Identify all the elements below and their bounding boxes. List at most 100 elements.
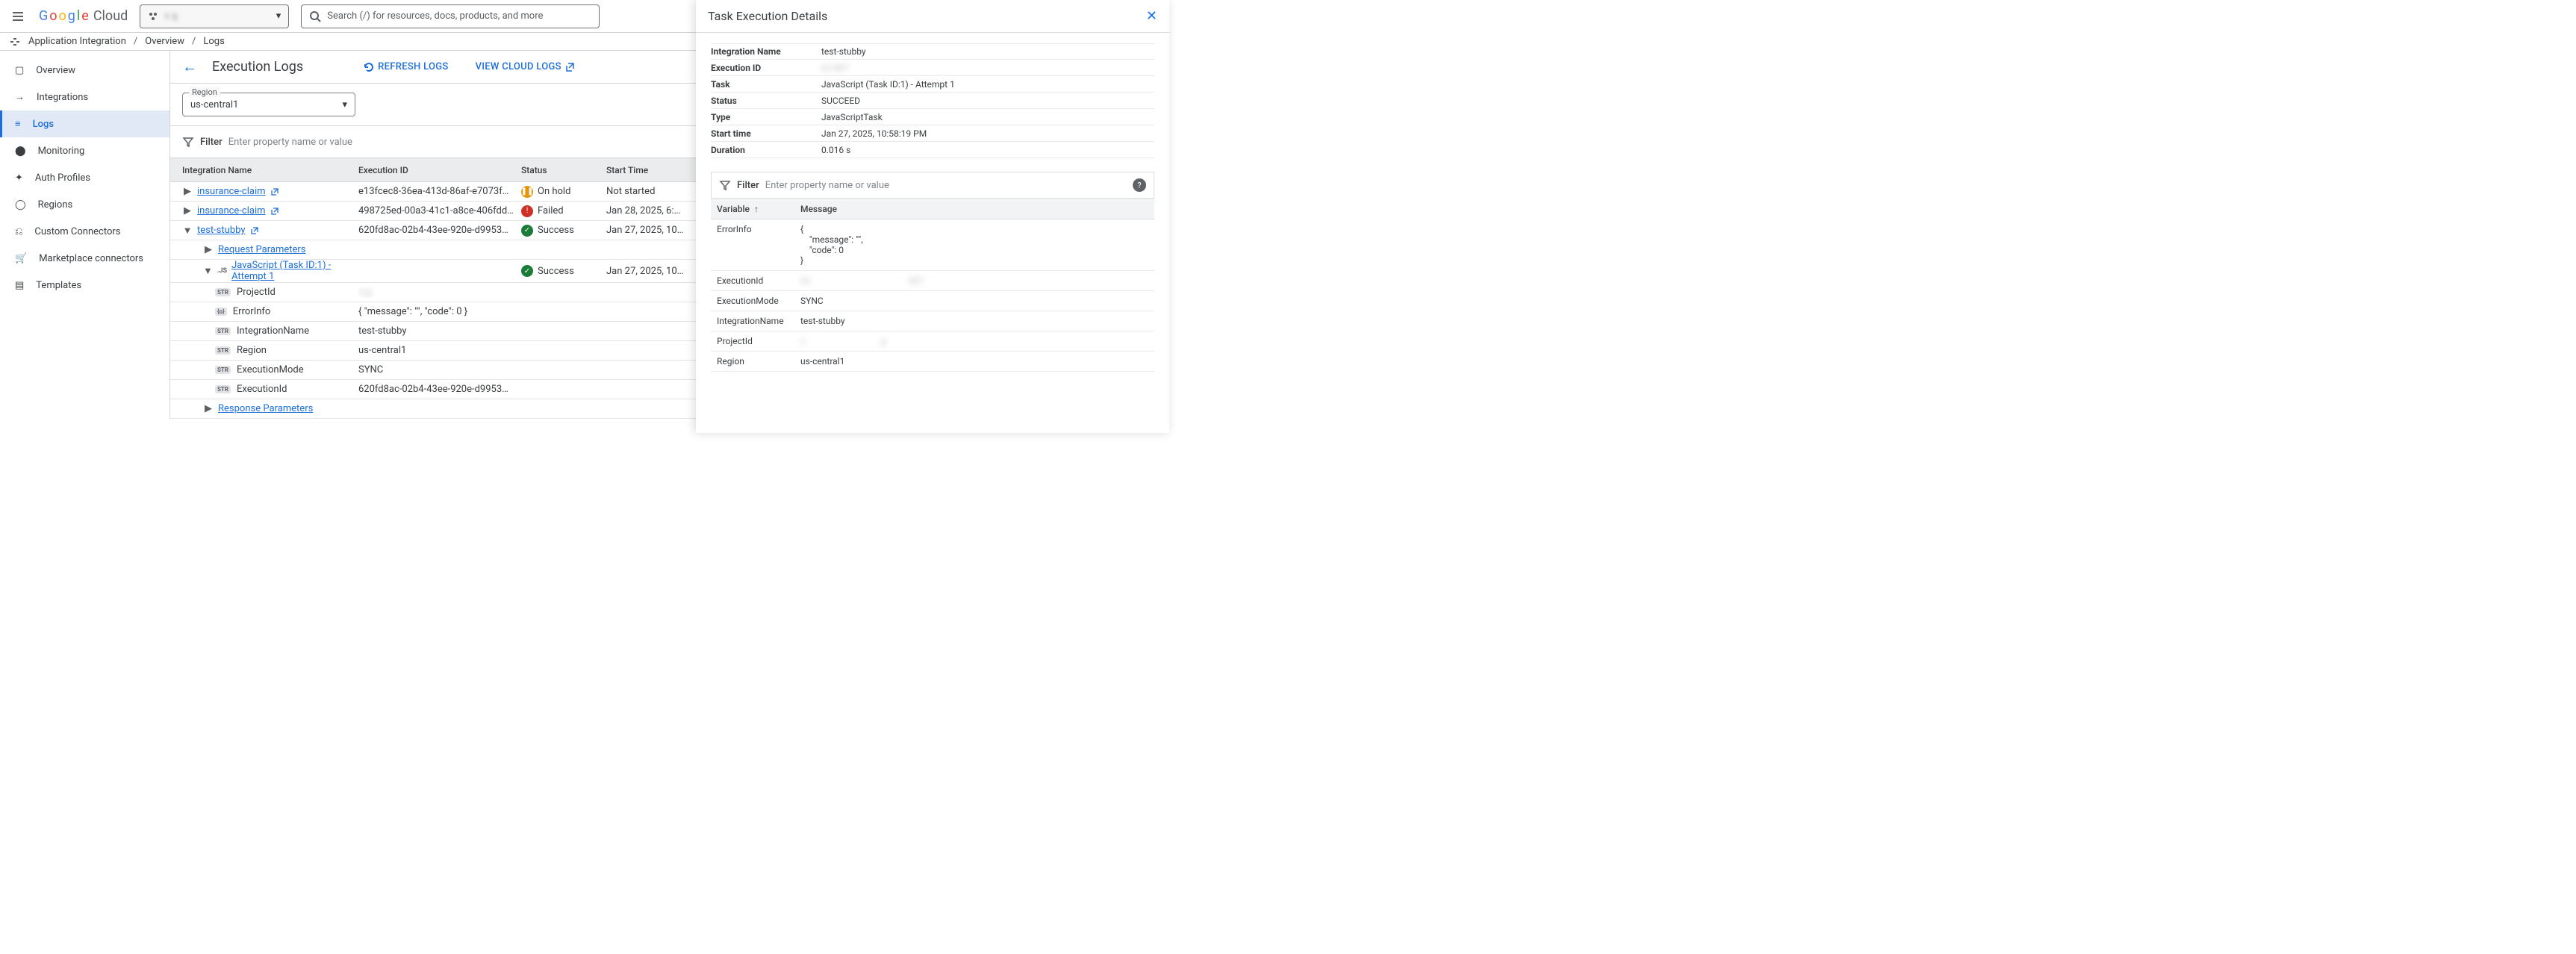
variable-name: ExecutionMode xyxy=(711,296,800,306)
variable-message: us-central1 xyxy=(800,356,1154,367)
expand-icon[interactable]: ▶ xyxy=(182,186,193,197)
variable-name: ExecutionMode xyxy=(237,364,304,375)
connector-icon: ⎌ xyxy=(15,226,22,237)
kv-key: Status xyxy=(711,96,821,106)
cart-icon: 🛒 xyxy=(15,253,27,264)
hamburger-menu-icon[interactable] xyxy=(9,7,27,25)
sidebar-item-logs[interactable]: ≡Logs xyxy=(0,110,169,137)
kv-value: JavaScript (Task ID:1) - Attempt 1 xyxy=(821,79,1154,90)
status-text: On hold xyxy=(538,186,570,197)
google-cloud-logo[interactable]: Google Cloud xyxy=(39,8,128,24)
variable-row: ExecutionId62 307 xyxy=(711,271,1154,291)
col-message[interactable]: Message xyxy=(800,204,1154,214)
expand-icon[interactable]: ▶ xyxy=(182,205,193,216)
expand-icon[interactable]: ▼ xyxy=(182,225,193,237)
kv-row: Duration0.016 s xyxy=(711,142,1154,158)
req-parameters-link[interactable]: Request Parameters xyxy=(218,244,306,255)
col-status[interactable]: Status xyxy=(521,165,606,175)
chevron-down-icon: ▾ xyxy=(342,99,347,110)
sidebar-item-templates[interactable]: ▤Templates xyxy=(0,272,169,299)
variable-message: s g xyxy=(800,336,1154,346)
variable-name: Region xyxy=(711,356,800,367)
panel-filter-label: Filter xyxy=(737,180,759,191)
variable-name: ExecutionId xyxy=(711,275,800,286)
kv-row: TaskJavaScript (Task ID:1) - Attempt 1 xyxy=(711,76,1154,93)
filter-placeholder: Enter property name or value xyxy=(228,137,352,148)
region-value: us-central1 xyxy=(190,99,238,110)
project-icon xyxy=(148,11,158,22)
region-select[interactable]: us-central1 ▾ xyxy=(182,93,355,116)
status-text: Success xyxy=(538,225,574,236)
expand-icon[interactable]: ▶ xyxy=(203,244,214,255)
panel-filter-bar[interactable]: Filter Enter property name or value ? xyxy=(711,172,1154,199)
js-icon: .JS xyxy=(217,267,227,275)
variable-name: ExecutionId xyxy=(237,384,287,395)
integration-link[interactable]: test-stubby xyxy=(197,225,246,236)
execution-id: 498725ed-00a3-41c1-a8ce-406fdd… xyxy=(358,205,521,216)
sidebar-item-integrations[interactable]: →Integrations xyxy=(0,84,169,110)
back-arrow-icon[interactable]: ← xyxy=(182,57,197,76)
breadcrumb-overview[interactable]: Overview xyxy=(145,36,184,47)
task-link[interactable]: JavaScript (Task ID:1) - Attempt 1 xyxy=(231,260,358,282)
variable-message: 62 307 xyxy=(800,275,1154,286)
refresh-logs-button[interactable]: Refresh Logs xyxy=(363,61,448,73)
variable-message: { "message": "", "code": 0 } xyxy=(800,224,1154,266)
sidebar-item-custom-connectors[interactable]: ⎌Custom Connectors xyxy=(0,218,169,245)
status-icon: ✓ xyxy=(521,225,533,237)
breadcrumb-product[interactable]: Application Integration xyxy=(28,36,126,47)
search-placeholder: Search (/) for resources, docs, products… xyxy=(327,10,543,22)
sidebar-item-monitoring[interactable]: ⬤Monitoring xyxy=(0,137,169,164)
integration-link[interactable]: insurance-claim xyxy=(197,186,266,197)
col-variable[interactable]: Variable↑ xyxy=(711,204,800,214)
project-selector[interactable]: s g ▾ xyxy=(140,4,289,28)
kv-row: StatusSUCCEED xyxy=(711,93,1154,109)
type-pill: STR xyxy=(215,366,231,374)
type-pill: STR xyxy=(215,385,231,393)
type-pill: STR xyxy=(215,288,231,296)
overview-icon: ▢ xyxy=(15,65,24,76)
kv-value: JavaScriptTask xyxy=(821,112,1154,122)
variable-row: ErrorInfo{ "message": "", "code": 0 } xyxy=(711,219,1154,271)
sidebar-item-marketplace-connectors[interactable]: 🛒Marketplace connectors xyxy=(0,245,169,272)
status-text: Failed xyxy=(538,205,564,216)
external-link-icon xyxy=(564,62,575,72)
sidebar-item-overview[interactable]: ▢Overview xyxy=(0,57,169,84)
integration-link[interactable]: insurance-claim xyxy=(197,205,266,216)
close-icon[interactable]: ✕ xyxy=(1146,8,1157,24)
kv-value: SUCCEED xyxy=(821,96,1154,106)
breadcrumb-logs[interactable]: Logs xyxy=(203,36,224,47)
variable-message: SYNC xyxy=(800,296,1154,306)
col-integration-name[interactable]: Integration Name xyxy=(170,165,358,175)
panel-title: Task Execution Details xyxy=(708,9,827,23)
variable-value: { "message": "", "code": 0 } xyxy=(358,306,521,317)
search-input[interactable]: Search (/) for resources, docs, products… xyxy=(301,4,600,28)
template-icon: ▤ xyxy=(15,280,24,291)
execution-id: 620fd8ac-02b4-43ee-920e-d9953… xyxy=(358,225,521,236)
search-icon xyxy=(309,10,321,22)
variable-value: s g xyxy=(358,287,521,298)
variable-value: us-central1 xyxy=(358,345,521,356)
view-cloud-logs-button[interactable]: View Cloud Logs xyxy=(476,61,575,72)
sidebar-item-regions[interactable]: ◯Regions xyxy=(0,191,169,218)
variable-name: IntegrationName xyxy=(237,325,309,337)
task-execution-details-panel: Task Execution Details ✕ Integration Nam… xyxy=(696,0,1169,433)
expand-icon[interactable]: ▶ xyxy=(203,403,214,414)
type-pill: STR xyxy=(215,327,231,335)
variable-name: ErrorInfo xyxy=(711,224,800,234)
filter-label: Filter xyxy=(200,137,223,148)
execution-id: e13fcec8-36ea-413d-86af-e7073f… xyxy=(358,186,521,197)
help-icon[interactable]: ? xyxy=(1133,178,1146,192)
variable-row: Regionus-central1 xyxy=(711,352,1154,372)
panel-filter-placeholder: Enter property name or value xyxy=(765,180,889,191)
variable-row: ProjectIds g xyxy=(711,331,1154,352)
status-text: Success xyxy=(538,266,574,277)
kv-key: Duration xyxy=(711,145,821,155)
auth-icon: ✦ xyxy=(15,172,23,184)
chevron-down-icon: ▾ xyxy=(276,10,281,22)
variable-value: SYNC xyxy=(358,364,521,375)
kv-key: Start time xyxy=(711,128,821,139)
col-execution-id[interactable]: Execution ID xyxy=(358,165,521,175)
sidebar-item-auth-profiles[interactable]: ✦Auth Profiles xyxy=(0,164,169,191)
resp-parameters-link[interactable]: Response Parameters xyxy=(218,403,313,414)
expand-icon[interactable]: ▼ xyxy=(203,265,213,277)
